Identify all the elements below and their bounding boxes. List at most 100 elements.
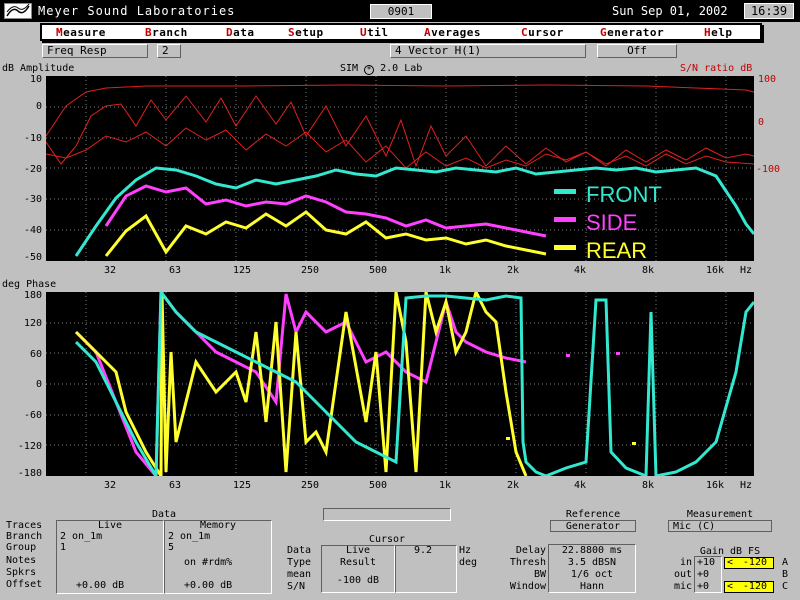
- data-row-label: Notes: [6, 555, 37, 566]
- reference-row-label: BW: [533, 569, 546, 580]
- sn-tick: 0: [758, 117, 765, 128]
- gain-mic-meter: -120: [724, 581, 774, 593]
- legend-rear: REAR: [586, 238, 647, 261]
- amp-xtick: 250: [300, 265, 320, 276]
- branch-field[interactable]: 2: [157, 44, 181, 58]
- legend-side: SIDE: [586, 210, 637, 235]
- phase-xtick: 32: [103, 480, 117, 491]
- cursor-panel-title: Cursor: [368, 534, 406, 545]
- phase-ytick: 60: [29, 349, 42, 360]
- amp-ytick: -40: [23, 225, 42, 236]
- phase-xtick: 500: [368, 480, 388, 491]
- legend-front-swatch: [554, 189, 576, 194]
- menu-data[interactable]: Data: [226, 26, 255, 39]
- data-panel-title: Data: [151, 509, 177, 520]
- memory-branch-value: 2 on_1m: [168, 531, 211, 542]
- phase-ytick: -60: [23, 410, 42, 421]
- reference-title: Reference: [565, 509, 621, 520]
- window-title: Meyer Sound Laboratories: [38, 4, 236, 18]
- phase-ytick: 180: [23, 290, 42, 301]
- menu-bar: Measure Branch Data Setup Util Averages …: [40, 23, 762, 41]
- amp-xtick: 32: [103, 265, 117, 276]
- legend-rear-swatch: [554, 245, 576, 250]
- reference-row-label: Delay: [515, 545, 546, 556]
- amp-ytick: -10: [23, 133, 42, 144]
- amp-xtick: 125: [232, 265, 252, 276]
- memory-group-value: 5: [168, 542, 175, 553]
- meyer-logo-icon: [4, 3, 32, 19]
- gain-in-label: in: [679, 557, 692, 568]
- bw-value[interactable]: 1/6 oct: [548, 569, 636, 580]
- amp-xtick: 4k: [573, 265, 587, 276]
- live-offset-value: +0.00 dB: [76, 580, 125, 591]
- phase-axis-label: deg Phase: [2, 279, 57, 290]
- reference-field[interactable]: Generator: [550, 520, 636, 532]
- menu-setup[interactable]: Setup: [288, 26, 324, 39]
- sn-tick: 100: [758, 74, 777, 85]
- memory-spkrs-value: on #rdm%: [184, 557, 233, 568]
- data-live-header: Live: [97, 520, 123, 531]
- data-row-label: Traces: [6, 520, 43, 531]
- menu-averages[interactable]: Averages: [424, 26, 481, 39]
- phase-ytick: -180: [17, 468, 42, 479]
- amp-ytick: -50: [23, 252, 42, 263]
- menu-measure[interactable]: Measure: [56, 26, 106, 39]
- amp-xtick: 63: [168, 265, 182, 276]
- amp-ytick: 0: [35, 101, 42, 112]
- legend-front: FRONT: [586, 182, 662, 207]
- amp-xtick: 500: [368, 265, 388, 276]
- menu-branch[interactable]: Branch: [145, 26, 188, 39]
- rear-amplitude-trace: [104, 210, 547, 257]
- amp-xtick: 1k: [438, 265, 452, 276]
- document-number[interactable]: 0901: [370, 4, 432, 19]
- data-row-label: Branch: [6, 531, 43, 542]
- measurement-field[interactable]: Mic (C): [668, 520, 772, 532]
- phase-ytick: -120: [17, 441, 42, 452]
- cursor-result: Result: [339, 557, 377, 568]
- cursor-result-value: -100 dB: [336, 575, 380, 586]
- reference-row-label: Window: [509, 581, 546, 592]
- cursor-row-label: mean: [287, 569, 312, 580]
- phase-xtick: 2k: [506, 480, 520, 491]
- amp-ytick: -20: [23, 164, 42, 175]
- reference-row-label: Thresh: [509, 557, 546, 568]
- thresh-value[interactable]: 3.5 dBSN: [548, 557, 636, 568]
- legend-side-swatch: [554, 217, 576, 222]
- cursor-freq-unit: Hz: [459, 545, 472, 556]
- amp-ytick: 10: [29, 74, 42, 85]
- menu-help[interactable]: Help: [704, 26, 733, 39]
- data-row-label: Spkrs: [6, 567, 37, 578]
- amp-xtick: 16k: [705, 265, 725, 276]
- delay-value[interactable]: 22.8800 ms: [548, 545, 636, 556]
- cursor-freq: 9.2: [414, 545, 433, 556]
- sim-label: SIM * 2.0 Lab: [340, 63, 423, 75]
- phase-xtick: 63: [168, 480, 182, 491]
- vector-field[interactable]: 4 Vector H(1): [390, 44, 586, 58]
- phase-xtick: 1k: [438, 480, 452, 491]
- cursor-live: Live: [345, 545, 371, 556]
- gain-channel-a: A: [782, 557, 789, 568]
- menu-generator[interactable]: Generator: [600, 26, 664, 39]
- generator-status-field[interactable]: Off: [597, 44, 677, 58]
- menu-cursor[interactable]: Cursor: [521, 26, 564, 39]
- gain-out-label: out: [673, 569, 692, 580]
- menu-util[interactable]: Util: [360, 26, 389, 39]
- phase-xtick: 4k: [573, 480, 587, 491]
- live-group-value: 1: [60, 542, 67, 553]
- amplitude-axis-label: dB Amplitude: [2, 63, 75, 74]
- data-row-label: Group: [6, 542, 37, 553]
- gain-in-value[interactable]: +10: [697, 557, 715, 568]
- phase-xtick: 125: [232, 480, 252, 491]
- gain-out-value[interactable]: +0: [697, 569, 709, 580]
- phase-ytick: 120: [23, 318, 42, 329]
- phase-xtick: 8k: [641, 480, 655, 491]
- amplitude-plot[interactable]: FRONT SIDE REAR: [46, 76, 754, 261]
- amp-xtick: 2k: [506, 265, 520, 276]
- amp-xtick: Hz: [739, 265, 753, 276]
- window-value[interactable]: Hann: [548, 581, 636, 592]
- cursor-row-label: Data: [287, 545, 312, 556]
- gain-channel-b: B: [782, 569, 789, 580]
- mode-field[interactable]: Freq Resp: [42, 44, 148, 58]
- gain-mic-value[interactable]: +0: [697, 581, 709, 592]
- phase-plot[interactable]: [46, 292, 754, 476]
